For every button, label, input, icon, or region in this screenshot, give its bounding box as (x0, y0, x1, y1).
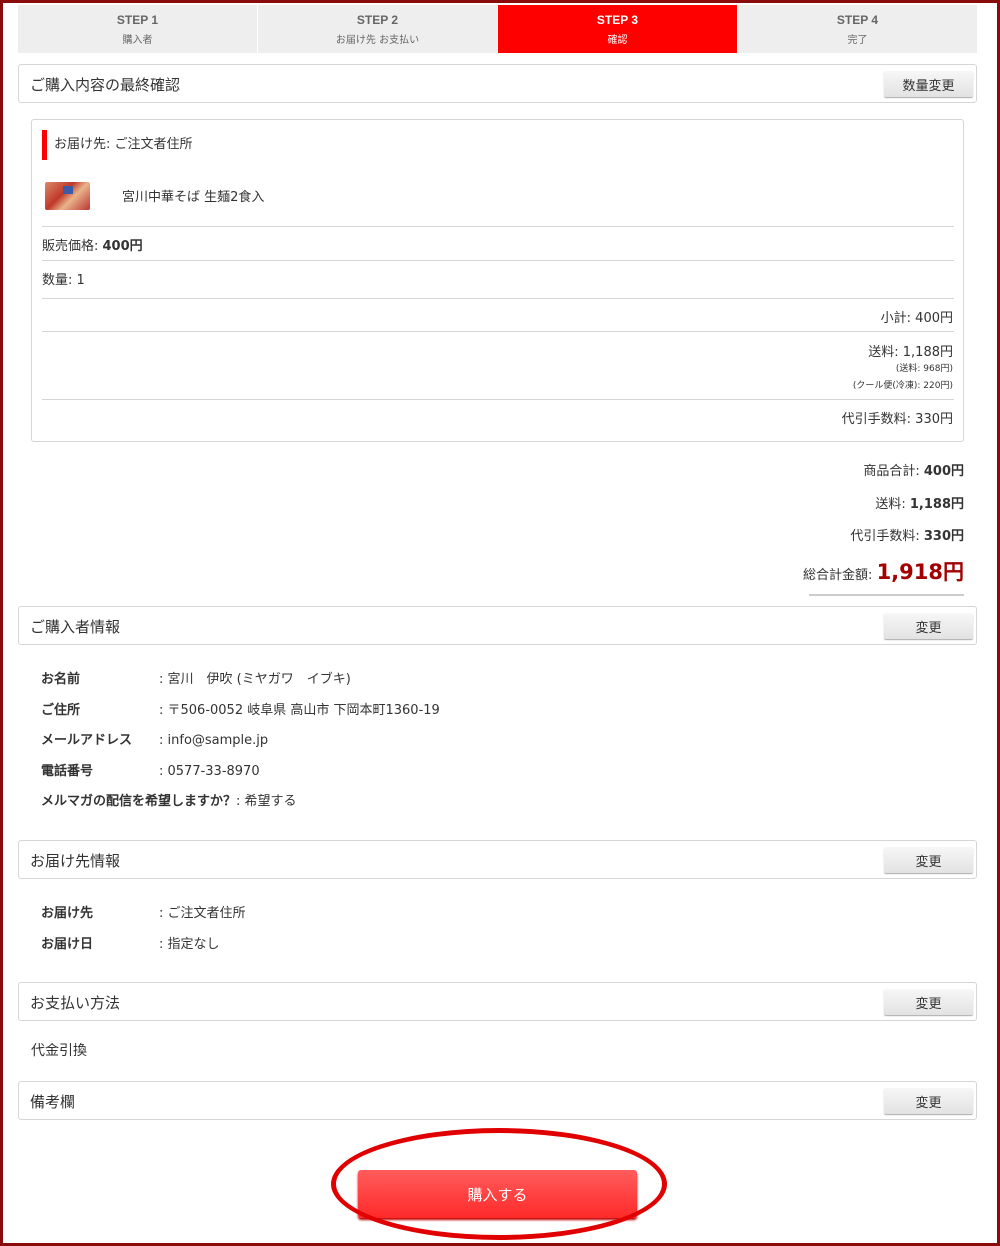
step-number: STEP 3 (596, 12, 639, 27)
buyer-email-row: メールアドレス : info@sample.jp (41, 729, 268, 748)
buyer-name-row: お名前 : 宮川 伊吹 (ミヤガワ イブキ) (41, 668, 351, 687)
field-value: : 希望する (236, 794, 297, 809)
goods-total-value: 400円 (923, 464, 964, 479)
change-quantity-button[interactable]: 数量変更 (884, 71, 973, 97)
field-label: メルマガの配信を希望しますか？ (41, 794, 237, 809)
delivery-section-header: お届け先情報 変更 (18, 840, 977, 879)
goods-total: 商品合計: 400円 (863, 460, 964, 479)
cod-total-value: 330円 (923, 529, 964, 544)
shipping-total-value: 1,188円 (909, 497, 964, 512)
price-label: 販売価格: (42, 239, 103, 254)
product-thumbnail (45, 182, 90, 210)
change-buyer-button[interactable]: 変更 (884, 613, 973, 639)
section-title: ご購入内容の最終確認 (30, 76, 181, 94)
destination-label: お届け先: ご注文者住所 (42, 130, 193, 160)
order-card: お届け先: ご注文者住所 宮川中華そば 生麺2食入 販売価格: 400円 数量:… (31, 119, 964, 442)
payment-method: 代金引換 (31, 1043, 87, 1059)
cod-total: 代引手数料: 330円 (850, 525, 964, 544)
divider (42, 331, 954, 332)
grand-total-value: 1,918円 (876, 560, 964, 584)
confirm-section-header: ご購入内容の最終確認 数量変更 (18, 64, 977, 103)
buyer-address-row: ご住所 : 〒506-0052 岐阜県 高山市 下岡本町1360-19 (41, 699, 440, 718)
step-indicator: STEP 1 購入者 STEP 2 お届け先 お支払い STEP 3 確認 ST… (18, 5, 977, 53)
field-label: メールアドレス (41, 733, 133, 748)
delivery-to-row: お届け先 : ご注文者住所 (41, 902, 246, 921)
shipping-detail-cool: (クール便(冷凍): 220円) (852, 381, 953, 391)
buyer-phone-row: 電話番号 : 0577-33-8970 (41, 760, 260, 779)
step-4: STEP 4 完了 (738, 5, 977, 53)
price-value: 400円 (102, 239, 143, 254)
quantity-row: 数量: 1 (42, 273, 85, 288)
change-delivery-button[interactable]: 変更 (884, 847, 973, 873)
field-value: : info@sample.jp (159, 733, 269, 748)
section-title: お届け先情報 (30, 852, 121, 870)
step-number: STEP 4 (836, 12, 879, 27)
subtotal: 小計: 400円 (880, 311, 953, 326)
field-value: : 指定なし (159, 937, 220, 952)
divider (42, 226, 954, 227)
purchase-button[interactable]: 購入する (358, 1170, 637, 1218)
change-payment-button[interactable]: 変更 (884, 989, 973, 1015)
field-label: お名前 (41, 672, 81, 687)
buyer-newsletter-row: メルマガの配信を希望しますか？: 希望する (41, 790, 297, 809)
shipping-total: 送料: 1,188円 (875, 493, 964, 512)
grand-total-underline (809, 594, 964, 596)
step-2: STEP 2 お届け先 お支払い (258, 5, 498, 53)
step-1: STEP 1 購入者 (18, 5, 258, 53)
remarks-section-header: 備考欄 変更 (18, 1081, 977, 1120)
field-label: お届け先 (41, 906, 94, 921)
grand-total-label: 総合計金額: (803, 568, 877, 583)
divider (42, 298, 954, 299)
cod-total-label: 代引手数料: (850, 529, 924, 544)
step-number: STEP 2 (356, 12, 399, 27)
change-remarks-button[interactable]: 変更 (884, 1088, 973, 1114)
field-value: : 0577-33-8970 (159, 764, 260, 779)
payment-section-header: お支払い方法 変更 (18, 982, 977, 1021)
product-name: 宮川中華そば 生麺2食入 (122, 190, 265, 205)
delivery-date-row: お届け日 : 指定なし (41, 933, 220, 952)
step-label: 確認 (607, 34, 628, 46)
step-label: 購入者 (122, 34, 153, 46)
goods-total-label: 商品合計: (863, 464, 924, 479)
section-title: ご購入者情報 (30, 618, 121, 636)
shipping: 送料: 1,188円 (868, 345, 953, 360)
step-number: STEP 1 (116, 12, 159, 27)
step-label: 完了 (847, 34, 868, 46)
price-row: 販売価格: 400円 (42, 235, 143, 254)
section-title: お支払い方法 (30, 994, 121, 1012)
field-label: お届け日 (41, 937, 94, 952)
divider (42, 260, 954, 261)
cod-fee: 代引手数料: 330円 (841, 412, 953, 427)
step-label: お届け先 お支払い (335, 34, 420, 46)
step-3-active: STEP 3 確認 (498, 5, 738, 53)
field-label: ご住所 (41, 703, 81, 718)
field-value: : 〒506-0052 岐阜県 高山市 下岡本町1360-19 (159, 703, 440, 718)
buyer-section-header: ご購入者情報 変更 (18, 606, 977, 645)
grand-total: 総合計金額: 1,918円 (803, 556, 964, 586)
field-value: : ご注文者住所 (159, 906, 246, 921)
section-title: 備考欄 (30, 1093, 76, 1111)
field-value: : 宮川 伊吹 (ミヤガワ イブキ) (159, 672, 351, 687)
field-label: 電話番号 (41, 764, 94, 779)
shipping-total-label: 送料: (875, 497, 910, 512)
divider (42, 399, 954, 400)
shipping-detail-base: (送料: 968円) (895, 364, 953, 374)
